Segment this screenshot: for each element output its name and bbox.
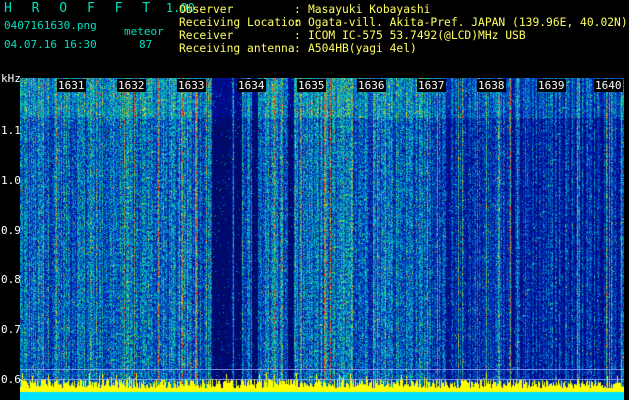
app-title: H R O F F T 1.00 [4,1,195,16]
reference-line-lower [20,379,624,380]
info-row-observer: Observer: Masayuki Kobayashi [179,3,431,16]
y-tick-label: 1.1 [1,124,21,137]
time-tick-label: 1639 [537,79,566,92]
file-name: 0407161630.png [4,19,97,32]
time-tick-label: 1634 [237,79,266,92]
y-tick-label: 0.6 [1,373,21,386]
y-tick-label: 1.0 [1,174,21,187]
y-tick-label: 0.7 [1,323,21,336]
time-tick-label: 1638 [477,79,506,92]
capture-datetime: 04.07.16 16:30 [4,38,97,51]
time-tick-label: 1633 [177,79,206,92]
info-row-antenna: Receiving antenna: A504HB(yagi 4el) [179,42,417,55]
time-tick-label: 1636 [357,79,386,92]
spectrogram-canvas [20,78,624,400]
reference-line-upper [20,369,624,370]
frequency-unit-label: kHz [1,72,21,85]
meteor-label: meteor [124,25,164,38]
info-row-location: Receiving Location: Ogata-vill. Akita-Pre… [179,16,628,29]
y-tick-label: 0.9 [1,224,21,237]
station-info: Observer: Masayuki Kobayashi Receiving Lo… [179,3,628,55]
time-tick-label: 1632 [117,79,146,92]
app-name: H R O F F T [4,1,157,16]
info-row-receiver: Receiver: ICOM IC-575 53.7492(@LCD)MHz US… [179,29,526,42]
time-tick-label: 1637 [417,79,446,92]
time-tick-label: 1640 [594,79,623,92]
time-tick-label: 1635 [297,79,326,92]
y-tick-label: 0.8 [1,273,21,286]
meteor-count: 87 [139,38,153,51]
time-tick-label: 1631 [57,79,86,92]
